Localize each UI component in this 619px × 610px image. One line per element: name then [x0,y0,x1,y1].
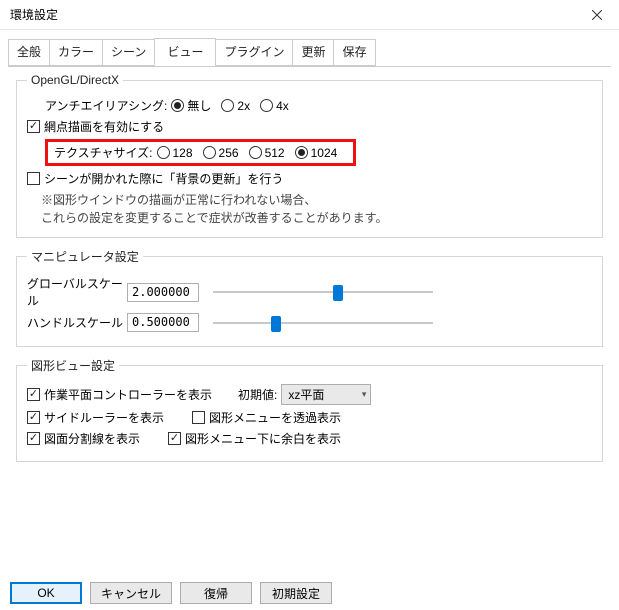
init-label: 初期値: [238,386,277,403]
handle-scale-input[interactable]: 0.500000 [127,313,199,332]
tex-radio-128[interactable]: 128 [157,146,193,160]
chevron-down-icon: ▾ [362,389,367,400]
tex-radio-512[interactable]: 512 [249,146,285,160]
viewer-group: 図形ビュー設定 作業平面コントローラーを表示 初期値: xz平面 ▾ サイドルー… [16,357,603,462]
workplane-checkbox[interactable]: 作業平面コントローラーを表示 [27,386,212,403]
texture-size-label: テクスチャサイズ: [54,144,153,161]
defaults-button[interactable]: 初期設定 [260,582,332,604]
aa-option-2x: 2x [237,99,250,113]
viewer-legend: 図形ビュー設定 [27,357,119,374]
tex-option-256: 256 [219,146,239,160]
aa-radio-none[interactable]: 無し [171,97,211,114]
tab-color[interactable]: カラー [49,39,103,66]
aa-label: アンチエイリアシング: [45,97,167,114]
halftone-label: 網点描画を有効にする [44,118,164,135]
tex-radio-1024[interactable]: 1024 [295,146,338,160]
tab-view[interactable]: ビュー [154,38,216,65]
siderulers-label: サイドルーラーを表示 [44,409,164,426]
global-scale-label: グローバルスケール [27,275,127,309]
divlines-checkbox[interactable]: 図面分割線を表示 [27,430,140,447]
margin-checkbox[interactable]: 図形メニュー下に余白を表示 [168,430,341,447]
close-icon [592,10,602,20]
siderulers-checkbox[interactable]: サイドルーラーを表示 [27,409,164,426]
bgupdate-checkbox[interactable]: シーンが開かれた際に「背景の更新」を行う [27,170,283,187]
init-plane-value: xz平面 [288,386,324,403]
tab-save[interactable]: 保存 [333,39,375,66]
divlines-label: 図面分割線を表示 [44,430,140,447]
aa-radio-2x[interactable]: 2x [221,99,250,113]
aa-radio-4x[interactable]: 4x [260,99,289,113]
revert-button[interactable]: 復帰 [180,582,252,604]
cancel-button[interactable]: キャンセル [90,582,172,604]
transmenu-checkbox[interactable]: 図形メニューを透過表示 [192,409,341,426]
ok-button[interactable]: OK [10,582,82,604]
handle-scale-slider[interactable] [213,314,433,332]
tex-option-1024: 1024 [311,146,338,160]
tex-radio-256[interactable]: 256 [203,146,239,160]
tab-update[interactable]: 更新 [292,39,334,66]
aa-option-none: 無し [187,97,211,114]
global-scale-slider[interactable] [213,283,433,301]
workplane-label: 作業平面コントローラーを表示 [44,386,212,403]
tex-option-512: 512 [265,146,285,160]
window-title: 環境設定 [10,6,58,23]
tab-plugin[interactable]: プラグイン [215,39,293,66]
global-scale-input[interactable]: 2.000000 [127,283,199,302]
halftone-checkbox[interactable]: 網点描画を有効にする [27,118,164,135]
bgupdate-label: シーンが開かれた際に「背景の更新」を行う [44,170,283,187]
opengl-group: OpenGL/DirectX アンチエイリアシング: 無し 2x 4x 網点描画… [16,73,603,238]
handle-scale-label: ハンドルスケール [27,314,127,331]
transmenu-label: 図形メニューを透過表示 [209,409,341,426]
close-button[interactable] [575,0,619,30]
tab-general[interactable]: 全般 [8,39,50,66]
texture-size-highlight: テクスチャサイズ: 128 256 512 1024 [45,139,356,166]
init-plane-select[interactable]: xz平面 ▾ [281,384,371,405]
aa-option-4x: 4x [276,99,289,113]
note-line-1: ※図形ウインドウの描画が正常に行われない場合、 [41,191,592,209]
manipulator-legend: マニピュレータ設定 [27,248,143,265]
tab-bar: 全般 カラー シーン ビュー プラグイン 更新 保存 [0,30,619,66]
margin-label: 図形メニュー下に余白を表示 [185,430,341,447]
tab-scene[interactable]: シーン [102,39,155,66]
manipulator-group: マニピュレータ設定 グローバルスケール 2.000000 ハンドルスケール 0.… [16,248,603,347]
note-line-2: これらの設定を変更することで症状が改善することがあります。 [41,209,592,227]
tex-option-128: 128 [173,146,193,160]
opengl-legend: OpenGL/DirectX [27,73,123,87]
